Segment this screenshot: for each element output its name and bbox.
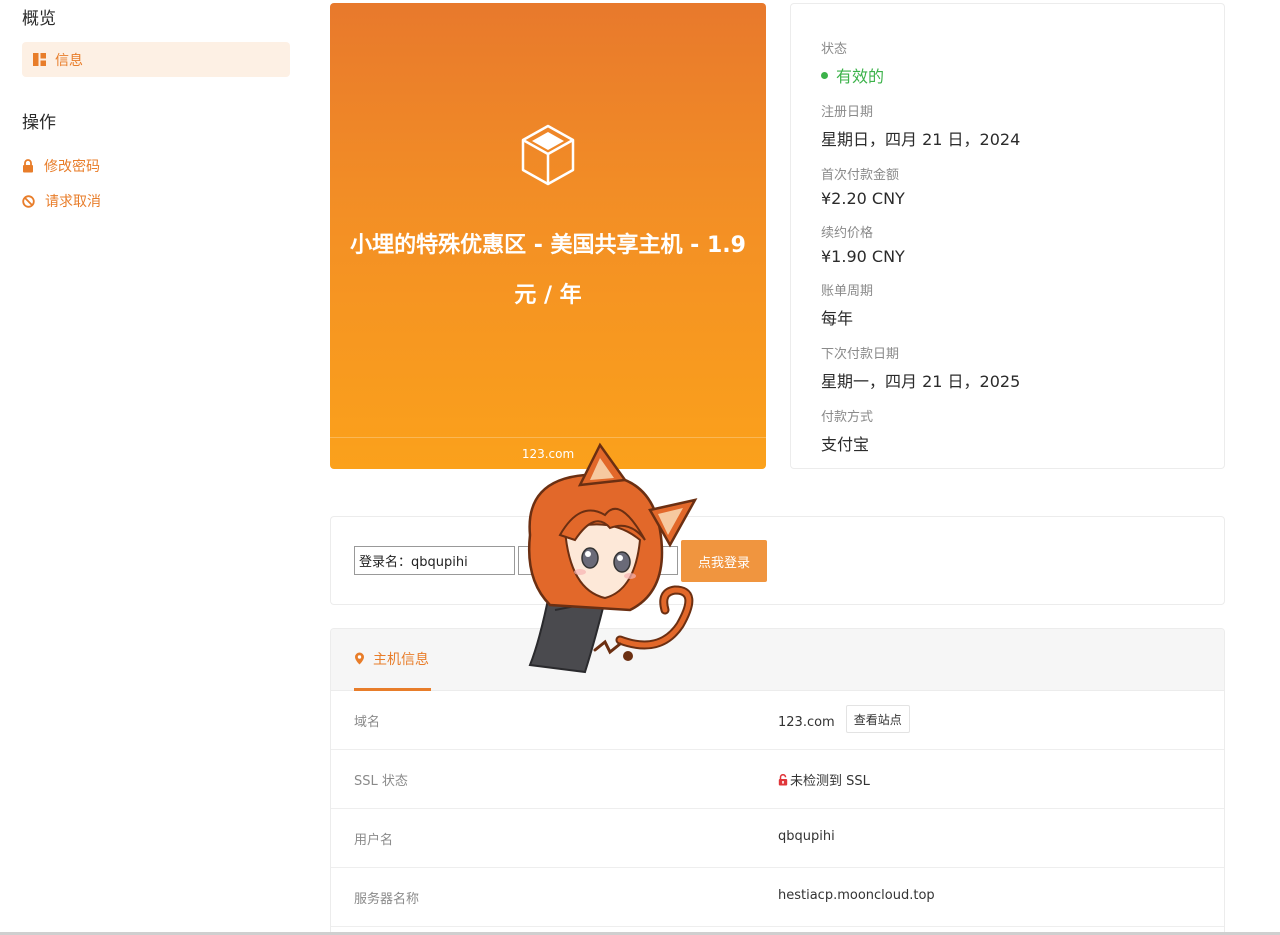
actions-title: 操作 bbox=[22, 113, 56, 133]
host-row-ssl: SSL 状态 未检测到 SSL bbox=[331, 750, 1224, 809]
reg-date-label: 注册日期 bbox=[821, 105, 874, 120]
unlocked-icon bbox=[778, 773, 788, 786]
payment-method-label: 付款方式 bbox=[821, 410, 874, 425]
host-info-tabs: 主机信息 bbox=[331, 629, 1224, 691]
host-row-server: 服务器名称 hestiacp.mooncloud.top bbox=[331, 868, 1224, 927]
view-site-button[interactable]: 查看站点 bbox=[845, 705, 910, 733]
billing-cycle-label: 账单周期 bbox=[821, 284, 874, 299]
overview-title: 概览 bbox=[22, 9, 56, 29]
map-pin-icon bbox=[354, 652, 365, 665]
lock-icon bbox=[22, 159, 34, 173]
tab-host-info-label: 主机信息 bbox=[373, 651, 429, 668]
payment-method-value: 支付宝 bbox=[821, 435, 870, 454]
request-cancel-label: 请求取消 bbox=[45, 194, 101, 210]
renew-price-value: ¥1.90 CNY bbox=[821, 247, 905, 266]
next-due-value: 星期一，四月 21 日，2025 bbox=[821, 372, 1021, 391]
status-label: 状态 bbox=[821, 42, 848, 57]
username-value: qbqupihi bbox=[778, 829, 835, 844]
username-input[interactable] bbox=[354, 546, 515, 575]
dashboard-icon bbox=[33, 53, 46, 66]
product-title: 小埋的特殊优惠区 - 美国共享主机 - 1.9 元 / 年 bbox=[350, 233, 746, 308]
mascot-character-image bbox=[528, 442, 698, 674]
ssl-value: 未检测到 SSL bbox=[790, 774, 870, 789]
status-dot-icon bbox=[821, 71, 828, 79]
billing-cycle-value: 每年 bbox=[821, 309, 854, 328]
username-label: 用户名 bbox=[354, 833, 394, 848]
client-area-page: 概览 信息 操作 修改密码 请求取消 小埋的特殊优惠区 - 美国共享主机 - 1… bbox=[0, 0, 1280, 935]
sidebar-item-info[interactable]: 信息 bbox=[22, 42, 290, 77]
ssl-value-wrap: 未检测到 SSL bbox=[778, 770, 870, 789]
change-password-link[interactable]: 修改密码 bbox=[22, 156, 100, 176]
host-row-domain: 域名 123.com 查看站点 bbox=[331, 691, 1224, 750]
server-label: 服务器名称 bbox=[354, 892, 420, 907]
change-password-label: 修改密码 bbox=[44, 159, 100, 175]
domain-value-wrap: 123.com 查看站点 bbox=[778, 705, 910, 733]
host-row-username: 用户名 qbqupihi bbox=[331, 809, 1224, 868]
status-badge: 有效的 bbox=[821, 63, 1224, 87]
request-cancel-link[interactable]: 请求取消 bbox=[22, 191, 101, 211]
first-payment-label: 首次付款金额 bbox=[821, 168, 900, 183]
login-card: 点我登录 bbox=[330, 516, 1225, 605]
sidebar-item-label: 信息 bbox=[55, 52, 83, 69]
reg-date-value: 星期日，四月 21 日，2024 bbox=[821, 130, 1021, 149]
domain-value: 123.com bbox=[778, 714, 835, 730]
first-payment-value: ¥2.20 CNY bbox=[821, 189, 905, 208]
domain-label: 域名 bbox=[354, 715, 381, 730]
next-due-label: 下次付款日期 bbox=[821, 347, 900, 362]
host-info-card: 主机信息 域名 123.com 查看站点 SSL 状态 未检测到 SSL 用户名… bbox=[330, 628, 1225, 935]
service-details-card: 状态 有效的 注册日期 星期日，四月 21 日，2024 首次付款金额 ¥2.2… bbox=[790, 3, 1225, 469]
status-value: 有效的 bbox=[836, 67, 885, 86]
ban-icon bbox=[22, 194, 35, 208]
ssl-label: SSL 状态 bbox=[354, 774, 408, 789]
cube-icon bbox=[520, 123, 576, 191]
server-value: hestiacp.mooncloud.top bbox=[778, 888, 935, 903]
renew-price-label: 续约价格 bbox=[821, 226, 874, 241]
tab-host-info[interactable]: 主机信息 bbox=[354, 629, 431, 691]
product-card: 小埋的特殊优惠区 - 美国共享主机 - 1.9 元 / 年 123.com bbox=[330, 3, 766, 469]
